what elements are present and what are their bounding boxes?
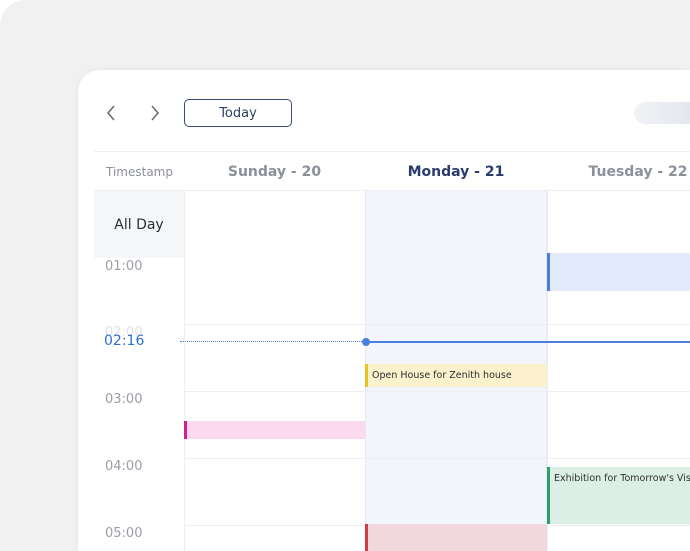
event-exhibition[interactable]: Exhibition for Tomorrow's Vision [547,467,690,524]
day-header-row: Timestamp Sunday - 20 Monday - 21 Tuesda… [94,151,690,191]
current-time-line-dotted [180,341,366,342]
event-color-bar [547,253,550,291]
event-open-house[interactable]: Open House for Zenith house [365,364,547,387]
calendar-grid: All Day 01:00 02:00 03:00 04:00 05:00 02… [94,191,690,551]
current-time-line [365,341,690,343]
chevron-right-icon [151,105,160,121]
hour-gridline [184,324,690,325]
time-label-0100: 01:00 [105,259,143,274]
timestamp-header: Timestamp [106,164,173,179]
event-color-bar [547,467,550,524]
all-day-label: All Day [94,191,184,258]
day-header-monday[interactable]: Monday - 21 [365,152,547,191]
current-time-dot [362,338,370,346]
calendar-card: Today Timestamp Sunday - 20 Monday - 21 … [78,70,690,551]
next-week-button[interactable] [146,102,164,124]
prev-week-button[interactable] [102,102,120,124]
event-tuesday-0100[interactable] [547,253,690,291]
today-button[interactable]: Today [184,99,292,127]
event-color-bar [365,364,368,387]
time-label-0400: 04:00 [105,459,143,474]
day-header-sunday[interactable]: Sunday - 20 [184,152,365,191]
event-title: Open House for Zenith house [372,370,512,381]
view-toggle-placeholder[interactable] [634,102,690,124]
event-monday-red[interactable] [365,524,547,551]
time-label-0500: 05:00 [105,526,143,541]
current-time-label: 02:16 [104,333,145,349]
event-sunday-pink[interactable] [184,421,365,439]
column-divider [184,191,185,551]
time-label-0300: 03:00 [105,392,143,407]
hour-gridline [184,391,690,392]
chevron-left-icon [106,105,115,121]
day-header-tuesday[interactable]: Tuesday - 22 [547,152,690,191]
event-color-bar [365,524,368,551]
hour-gridline [184,458,690,459]
event-color-bar [184,421,187,439]
event-title: Exhibition for Tomorrow's Vision [554,473,690,484]
